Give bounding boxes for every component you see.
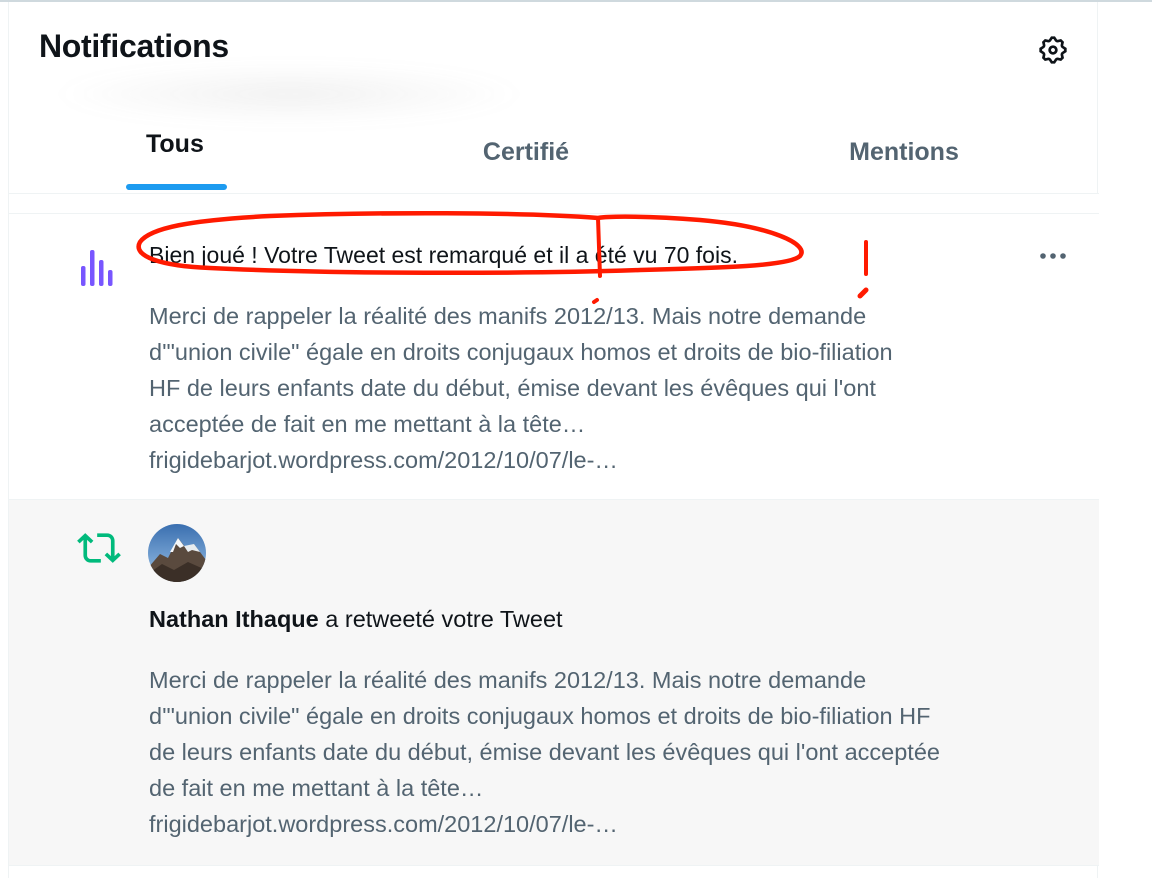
notifications-header: Notifications Tous Certifié Mentions (9, 2, 1099, 194)
notifications-column: Notifications Tous Certifié Mentions Bie… (8, 2, 1099, 878)
section-divider (9, 194, 1099, 214)
settings-button[interactable] (1033, 32, 1073, 68)
tab-label: Certifié (482, 137, 570, 166)
tweet-text: Merci de rappeler la réalité des manifs … (149, 303, 893, 473)
active-tab-indicator (126, 184, 227, 190)
retweet-description: Nathan Ithaque a retweeté votre Tweet (149, 606, 563, 633)
mountain-avatar-image (148, 524, 206, 582)
more-icon (1040, 253, 1066, 259)
avatar[interactable] (148, 524, 206, 582)
page-title: Notifications (39, 28, 229, 64)
notification-retweet[interactable]: Nathan Ithaque a retweeté votre Tweet Me… (9, 500, 1099, 866)
tweet-text: Merci de rappeler la réalité des manifs … (149, 667, 940, 837)
more-options-button[interactable] (1033, 240, 1073, 272)
tab-label: Mentions (849, 137, 959, 166)
tab-certifie[interactable]: Certifié (343, 110, 709, 194)
analytics-icon (69, 236, 129, 296)
tab-label: Tous (146, 130, 204, 158)
tab-mentions[interactable]: Mentions (709, 110, 1099, 194)
notification-headline: Bien joué ! Votre Tweet est remarqué et … (149, 242, 738, 268)
retweet-action-text: a retweeté votre Tweet (318, 606, 563, 632)
retweet-icon (69, 518, 129, 578)
tab-tous[interactable]: Tous (9, 110, 343, 194)
notification-tabs: Tous Certifié Mentions (9, 110, 1099, 194)
user-name-link[interactable]: Nathan Ithaque (149, 606, 319, 632)
gear-icon (1039, 36, 1067, 64)
notification-views[interactable]: Bien joué ! Votre Tweet est remarqué et … (9, 214, 1099, 500)
